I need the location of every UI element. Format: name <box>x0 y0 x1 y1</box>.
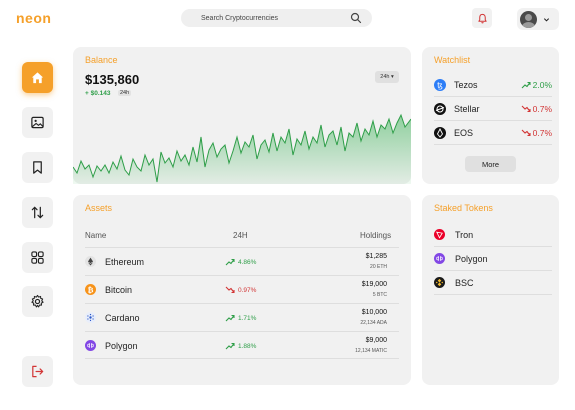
sidebar-item-home[interactable] <box>22 62 53 93</box>
asset-change: 1.88% <box>225 342 256 350</box>
logout-icon <box>32 365 44 378</box>
watchlist-name: Tezos <box>454 79 478 90</box>
column-header-24h: 24H <box>233 231 248 240</box>
asset-amount: 12,134 MATIC <box>355 348 387 354</box>
chevron-down-icon <box>543 17 550 22</box>
ethereum-icon <box>85 256 96 267</box>
asset-amount: 5 BTC <box>372 292 387 298</box>
staked-name: BSC <box>455 277 474 288</box>
staked-item[interactable]: BSC <box>434 271 552 295</box>
bitcoin-icon: ₿ <box>85 284 96 295</box>
asset-amount: 20 ETH <box>370 264 387 270</box>
staked-title: Staked Tokens <box>434 203 493 213</box>
app-logo[interactable]: neon <box>16 10 51 26</box>
trend-down-icon <box>521 129 531 136</box>
svg-text:₿: ₿ <box>88 285 94 294</box>
asset-change: 1.71% <box>225 314 256 322</box>
trend-up-icon <box>225 314 235 322</box>
notifications-button[interactable] <box>472 8 492 28</box>
trend-up-icon <box>225 342 235 350</box>
bookmark-icon <box>33 161 42 174</box>
home-icon <box>31 72 44 84</box>
assets-card: Assets Name 24H Holdings Ethereum 4.86% … <box>73 195 411 385</box>
profile-button[interactable] <box>517 8 559 30</box>
eos-icon <box>434 126 446 139</box>
bell-icon <box>477 13 487 23</box>
logout-button[interactable] <box>22 356 53 387</box>
watchlist-name: Stellar <box>454 103 480 114</box>
trend-down-icon <box>521 105 531 112</box>
trend-down-icon <box>225 286 235 294</box>
asset-change: 4.86% <box>225 258 256 266</box>
column-header-holdings: Holdings <box>360 231 392 240</box>
tron-icon <box>434 229 445 240</box>
trend-up-icon <box>225 258 235 266</box>
asset-amount: 22,134 ADA <box>360 320 387 326</box>
staked-name: Polygon <box>455 253 488 264</box>
staked-tokens-card: Staked Tokens Tron Polygon BSC <box>422 195 559 385</box>
more-button[interactable]: More <box>465 156 516 172</box>
watchlist-title: Watchlist <box>434 55 471 65</box>
balance-chart <box>73 113 411 184</box>
watchlist-item[interactable]: Stellar 0.7% <box>434 97 552 121</box>
watchlist-change: 0.7% <box>521 128 552 138</box>
balance-value: $135,860 <box>85 72 140 87</box>
table-row[interactable]: Polygon 1.88% $9,000 12,134 MATIC <box>85 331 399 359</box>
asset-name: Ethereum <box>105 257 145 267</box>
trend-up-icon <box>521 81 531 88</box>
table-row[interactable]: Cardano 1.71% $10,000 22,134 ADA <box>85 303 399 331</box>
watchlist-card: Watchlist ꜩ Tezos 2.0% Stellar 0.7% EOS … <box>422 47 559 184</box>
svg-text:ꜩ: ꜩ <box>437 81 443 90</box>
sidebar-item-apps[interactable] <box>22 242 53 273</box>
watchlist-name: EOS <box>454 127 474 138</box>
staked-name: Tron <box>455 229 474 240</box>
asset-change: 0.97% <box>225 286 256 294</box>
polygon-icon <box>85 340 96 351</box>
cardano-icon <box>85 312 96 323</box>
asset-holding: $9,000 <box>365 337 387 344</box>
avatar <box>520 10 537 28</box>
image-icon <box>31 116 44 129</box>
balance-change: + $0.143 <box>85 90 111 97</box>
table-row[interactable]: Ethereum 4.86% $1,285 20 ETH <box>85 247 399 275</box>
gear-icon <box>31 294 44 308</box>
search-input[interactable]: Search Cryptocurrencies <box>181 9 372 27</box>
watchlist-item[interactable]: EOS 0.7% <box>434 121 552 145</box>
sidebar-item-bookmarks[interactable] <box>22 152 53 183</box>
asset-name: Polygon <box>105 341 138 351</box>
grid-icon <box>31 251 44 264</box>
assets-title: Assets <box>85 203 113 213</box>
staked-item[interactable]: Tron <box>434 223 552 247</box>
balance-card: Balance $135,860 + $0.143 24h 24h ▾ <box>73 47 411 184</box>
table-row[interactable]: ₿ Bitcoin 0.97% $19,000 5 BTC <box>85 275 399 303</box>
search-icon[interactable] <box>350 12 362 24</box>
watchlist-change: 0.7% <box>521 104 552 114</box>
staked-item[interactable]: Polygon <box>434 247 552 271</box>
tezos-icon: ꜩ <box>434 78 446 91</box>
sidebar-item-transfer[interactable] <box>22 197 53 228</box>
column-header-name: Name <box>85 231 107 240</box>
transfer-icon <box>31 206 44 219</box>
asset-name: Cardano <box>105 313 140 323</box>
watchlist-item[interactable]: ꜩ Tezos 2.0% <box>434 73 552 97</box>
asset-name: Bitcoin <box>105 285 133 295</box>
balance-period-badge: 24h <box>118 90 132 96</box>
sidebar-item-settings[interactable] <box>22 286 53 317</box>
balance-title: Balance <box>85 55 118 65</box>
asset-holding: $1,285 <box>365 253 387 260</box>
asset-holding: $19,000 <box>361 281 387 288</box>
polygon-icon <box>434 253 445 264</box>
search-placeholder: Search Cryptocurrencies <box>201 14 279 22</box>
range-select[interactable]: 24h ▾ <box>375 71 399 83</box>
sidebar-item-gallery[interactable] <box>22 107 53 138</box>
asset-holding: $10,000 <box>361 309 387 316</box>
watchlist-change: 2.0% <box>521 80 552 90</box>
stellar-icon <box>434 102 446 115</box>
bsc-icon <box>434 277 445 288</box>
